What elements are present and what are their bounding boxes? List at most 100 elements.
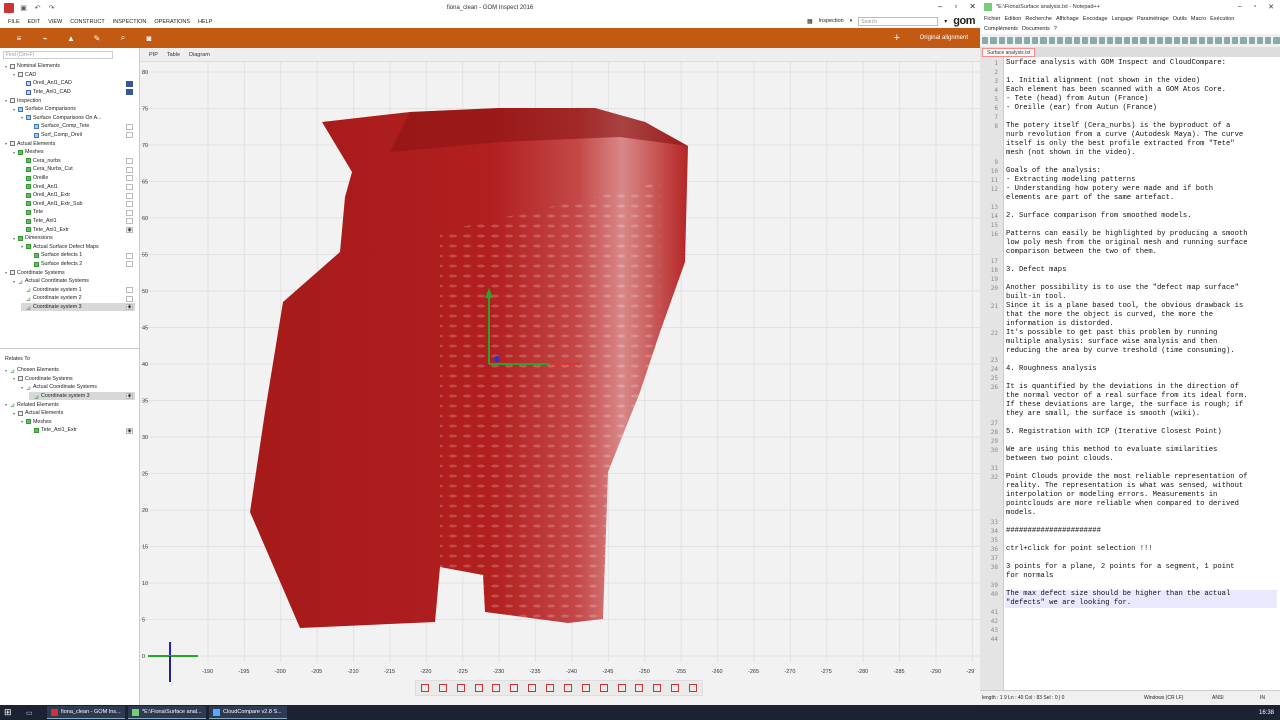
toolbar-button-icon[interactable] — [1256, 37, 1264, 44]
toolbar-button-icon[interactable] — [1073, 37, 1080, 44]
toolbar-button-icon[interactable] — [1048, 37, 1055, 44]
visibility-checkbox[interactable] — [126, 89, 133, 96]
toolbar-button-icon[interactable] — [1198, 37, 1205, 44]
tree-item[interactable]: ⊿ Coordinate system 3 — [29, 391, 135, 401]
tree-item[interactable]: ▾ Actual Surface Defect Maps — [21, 243, 99, 252]
tree-item[interactable]: ▾ Meshes — [21, 418, 52, 427]
tree-item[interactable]: Tete_Anl1 — [21, 217, 57, 226]
toolbar-button-icon[interactable] — [1023, 37, 1030, 44]
visibility-checkbox[interactable] — [126, 166, 133, 173]
tree-item[interactable]: ▾ Actual Elements — [13, 409, 63, 418]
np-menu-item[interactable]: Langage — [1112, 16, 1133, 22]
workspace-select[interactable]: Inspection — [819, 18, 844, 24]
toolbar-button-icon[interactable] — [1273, 37, 1280, 44]
taskbar-item[interactable]: *E:\Fiona\Surface anal... — [128, 706, 206, 719]
toolbar-button-icon[interactable] — [1115, 37, 1122, 44]
menu-operations[interactable]: OPERATIONS — [154, 19, 190, 25]
tab-pip[interactable]: PIP — [149, 52, 158, 58]
file-tab[interactable]: Surface analysis.txt — [982, 48, 1036, 57]
toolbar-button-icon[interactable] — [1248, 37, 1255, 44]
view-tool-icon[interactable] — [546, 684, 555, 692]
tree-item[interactable]: ▾ CAD — [13, 71, 36, 80]
tree-item[interactable]: ▾ Coordinate Systems — [13, 375, 73, 384]
np-menu-item[interactable]: Edition — [1005, 16, 1022, 22]
menu-file[interactable]: FILE — [8, 19, 20, 25]
np-menu-item[interactable]: Macro — [1191, 16, 1206, 22]
tree-item[interactable]: Oreil_Anl1_Extr — [21, 191, 70, 200]
view-tool-icon[interactable] — [635, 684, 644, 692]
windows-start-icon[interactable]: ⊞ — [4, 707, 18, 718]
toolbar-button-icon[interactable] — [1173, 37, 1180, 44]
chart-tool-icon[interactable]: ▲ — [64, 34, 78, 43]
toolbar-button-icon[interactable] — [1265, 37, 1272, 44]
toolbar-button-icon[interactable] — [1040, 37, 1047, 44]
view-tool-icon[interactable] — [653, 684, 662, 692]
tree-item[interactable]: Cera_nurbs — [21, 157, 61, 166]
toolbar-button-icon[interactable] — [982, 37, 989, 44]
np-menu-item[interactable]: Documents — [1022, 26, 1050, 32]
tree-item[interactable]: Surf_Comp_Oreil — [29, 131, 82, 140]
visibility-checkbox[interactable] — [126, 80, 133, 87]
visibility-eye-icon[interactable]: ◉ — [126, 226, 133, 233]
tree-item[interactable]: Tete_Anl1_Extr — [29, 426, 77, 435]
np-menu-item[interactable]: Encodage — [1083, 16, 1108, 22]
view-tool-icon[interactable] — [492, 684, 501, 692]
toolbar-button-icon[interactable] — [998, 37, 1005, 44]
tree-item[interactable]: Tete_Anl1_Extr — [21, 225, 69, 234]
3d-view[interactable]: PIP Table Diagram 80 75 70 65 60 55 50 4… — [140, 48, 980, 705]
view-tool-icon[interactable] — [528, 684, 537, 692]
tree-item[interactable]: ▾ Surface Comparisons — [13, 105, 76, 114]
toolbar-button-icon[interactable] — [1081, 37, 1089, 44]
visibility-checkbox[interactable] — [126, 209, 133, 216]
visibility-checkbox[interactable] — [126, 287, 133, 294]
editor[interactable]: 1 2 3 4 5 6 7 8 9 10 11 12 13 14 15 16 17 18 19 20 21 22 23 24 2… — [980, 57, 1280, 690]
visibility-checkbox[interactable] — [126, 175, 133, 182]
search-input[interactable]: Search — [858, 16, 939, 26]
tree-item[interactable]: ▾ ⊿ Related Elements — [5, 400, 59, 410]
toolbar-button-icon[interactable] — [990, 37, 997, 44]
task-view-icon[interactable]: ▭ — [26, 709, 38, 717]
np-menu-item[interactable]: Recherche — [1025, 16, 1052, 22]
toolbar-button-icon[interactable] — [1215, 37, 1222, 44]
np-menu-item[interactable]: Compléments — [984, 26, 1018, 32]
tree-item[interactable]: Surface defects 1 — [29, 251, 82, 260]
toolbar-button-icon[interactable] — [1031, 37, 1039, 44]
maximize-icon[interactable]: ▫ — [954, 2, 957, 11]
tree-item[interactable]: ⊿ Coordinate system 2 — [21, 294, 82, 303]
taskbar-item[interactable]: fiona_clean - GOM Ins... — [47, 706, 125, 719]
tree-item[interactable]: ▾ Dimensions — [13, 234, 53, 243]
view-tool-icon[interactable] — [510, 684, 519, 692]
menu-edit[interactable]: EDIT — [28, 19, 41, 25]
toolbar-button-icon[interactable] — [1190, 37, 1197, 44]
np-menu-item[interactable]: Paramétrage — [1137, 16, 1169, 22]
visibility-checkbox[interactable] — [126, 218, 133, 225]
visibility-checkbox[interactable] — [126, 123, 133, 130]
tree-item[interactable]: Surface defects 2 — [29, 260, 82, 269]
view-tool-icon[interactable] — [456, 684, 465, 692]
find-input[interactable]: Find (Ctrl+F) — [3, 51, 113, 59]
tree-item[interactable]: ▾ Inspection — [5, 96, 41, 105]
visibility-checkbox[interactable] — [126, 192, 133, 199]
hamburger-menu-icon[interactable]: ≡ — [12, 34, 26, 43]
visibility-eye-icon[interactable]: ◉ — [126, 427, 133, 434]
tree-item[interactable]: ▾ Actual Elements — [5, 139, 55, 148]
np-menu-item[interactable]: Outils — [1173, 16, 1187, 22]
view-tool-icon[interactable] — [438, 684, 447, 692]
tree-item[interactable]: ▾ ⊿ Chosen Elements — [5, 366, 59, 375]
toolbar-button-icon[interactable] — [1156, 37, 1164, 44]
np-menu-item[interactable]: ? — [1054, 26, 1057, 32]
visibility-eye-icon[interactable]: ◉ — [126, 304, 133, 311]
dropdown-icon[interactable]: ▾ — [944, 18, 947, 25]
tree-item[interactable]: ▾ ⊿ Actual Coordinate Systems — [21, 383, 97, 392]
np-menu-item[interactable]: Fichier — [984, 16, 1001, 22]
pin-tool-icon[interactable]: ✎ — [90, 34, 104, 43]
toolbar-button-icon[interactable] — [1015, 37, 1022, 44]
toolbar-button-icon[interactable] — [1065, 37, 1072, 44]
visibility-eye-icon[interactable]: ◉ — [126, 393, 133, 400]
close-icon[interactable]: ✕ — [969, 2, 976, 11]
tree-item[interactable]: Tete — [21, 208, 43, 217]
tree-item[interactable]: Oreille — [21, 174, 48, 183]
tree-item[interactable]: ▾ ⊿ Actual Coordinate Systems — [13, 277, 89, 286]
visibility-checkbox[interactable] — [126, 183, 133, 190]
visibility-checkbox[interactable] — [126, 132, 133, 139]
